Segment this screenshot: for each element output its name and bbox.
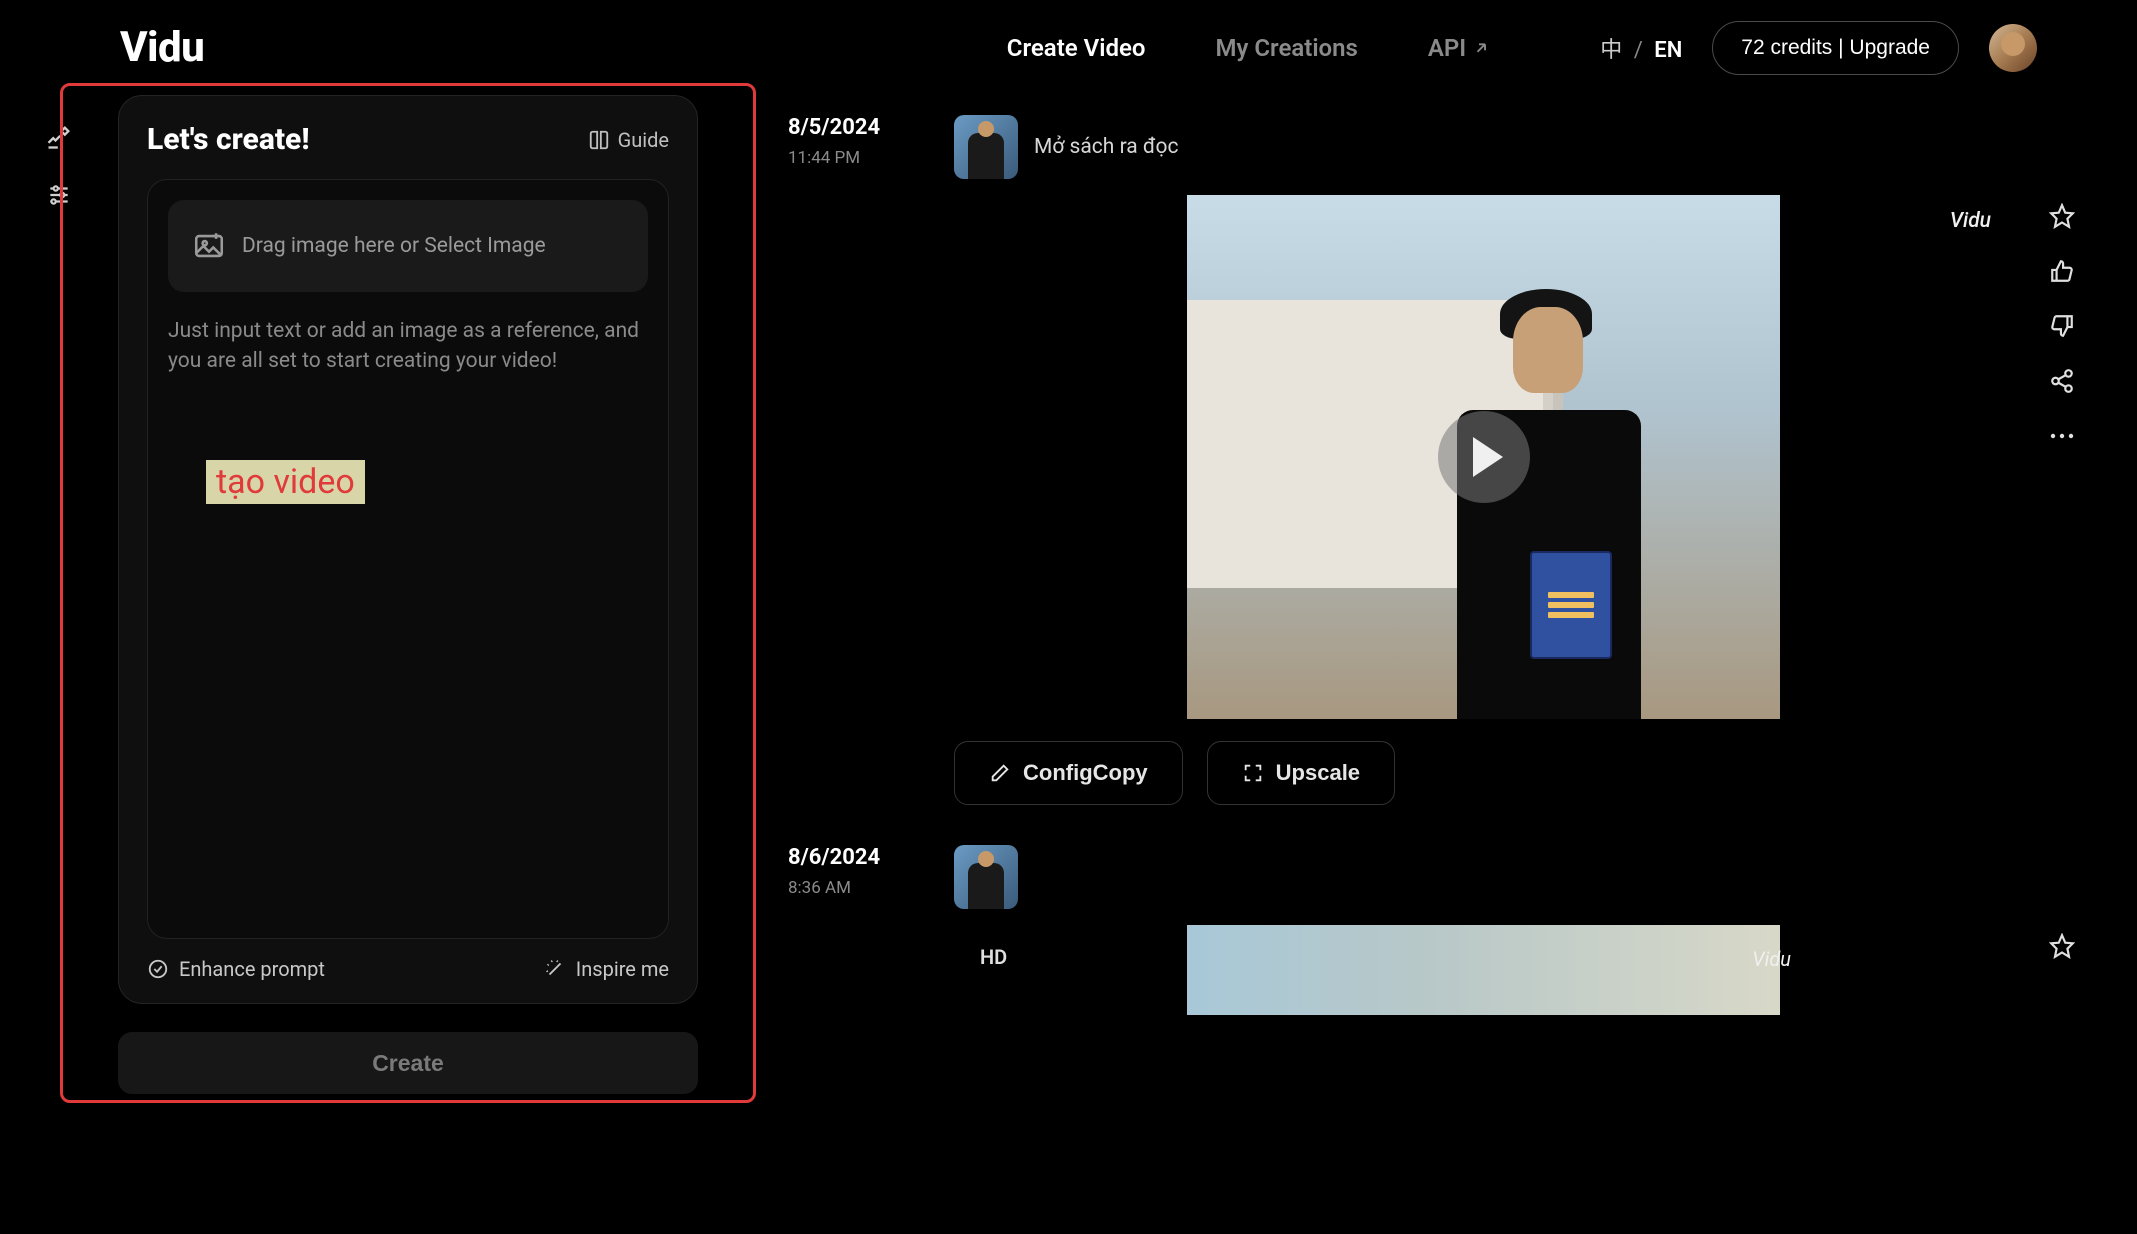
upscale-label: Upscale <box>1276 760 1360 786</box>
image-upload-icon <box>192 229 226 263</box>
check-circle-icon <box>147 958 169 980</box>
create-panel-title: Let's create! <box>147 122 310 157</box>
expand-icon <box>1242 762 1264 784</box>
feed-entry: 8/6/2024 8:36 AM HD Vidu <box>788 845 2087 1015</box>
guide-label: Guide <box>618 128 669 152</box>
language-toggle[interactable]: 中 / EN <box>1600 32 1682 64</box>
entry-date: 8/6/2024 <box>788 845 918 870</box>
config-copy-label: ConfigCopy <box>1023 760 1148 786</box>
entry-time: 8:36 AM <box>788 878 918 898</box>
entry-meta: 8/6/2024 8:36 AM <box>788 845 918 1015</box>
inspire-me-button[interactable]: Inspire me <box>544 957 669 981</box>
entry-meta: 8/5/2024 11:44 PM <box>788 115 918 805</box>
video-watermark: Vidu <box>1950 209 1991 233</box>
left-rail <box>30 95 88 1094</box>
video-watermark: Vidu <box>1752 947 1791 971</box>
video-preview[interactable]: HD Vidu <box>954 925 2013 1015</box>
wand-icon <box>544 958 566 980</box>
video-row: Vidu <box>954 195 2087 719</box>
create-panel: Let's create! Guide Drag image here or S… <box>118 95 698 1004</box>
thumbs-down-icon[interactable] <box>2047 311 2077 341</box>
entry-caption: Mở sách ra đọc <box>1034 135 1178 159</box>
lang-en: EN <box>1654 38 1682 63</box>
share-icon[interactable] <box>2047 366 2077 396</box>
entry-thumbnail[interactable] <box>954 115 1018 179</box>
entry-body: HD Vidu <box>954 845 2087 1015</box>
entry-date: 8/5/2024 <box>788 115 918 140</box>
lang-separator: / <box>1634 38 1643 63</box>
star-icon[interactable] <box>2047 931 2077 961</box>
upscale-button[interactable]: Upscale <box>1207 741 1395 805</box>
inspire-label: Inspire me <box>576 957 669 981</box>
edit-icon <box>989 762 1011 784</box>
creations-feed: 8/5/2024 11:44 PM Mở sách ra đọc <box>788 95 2107 1094</box>
sliders-icon[interactable] <box>39 175 79 215</box>
video-actions <box>2037 925 2087 1015</box>
video-footer-buttons: ConfigCopy Upscale <box>954 741 2087 805</box>
video-preview[interactable]: Vidu <box>954 195 2013 719</box>
more-icon[interactable] <box>2047 421 2077 451</box>
user-avatar[interactable] <box>1989 24 2037 72</box>
top-nav: Create Video My Creations API <box>1007 34 1490 62</box>
config-copy-button[interactable]: ConfigCopy <box>954 741 1183 805</box>
credits-upgrade-button[interactable]: 72 credits | Upgrade <box>1712 21 1959 75</box>
nav-api-label: API <box>1428 34 1466 62</box>
header-right: 中 / EN 72 credits | Upgrade <box>1600 21 2037 75</box>
play-button[interactable] <box>1438 411 1530 503</box>
thumbs-up-icon[interactable] <box>2047 256 2077 286</box>
nav-api[interactable]: API <box>1428 34 1490 62</box>
dropzone-label: Drag image here or Select Image <box>242 234 546 258</box>
annotation-label: tạo video <box>206 460 365 504</box>
entry-header <box>954 845 2087 909</box>
enhance-prompt-toggle[interactable]: Enhance prompt <box>147 957 325 981</box>
video-actions <box>2037 195 2087 719</box>
create-panel-footer: Enhance prompt Inspire me <box>147 957 669 981</box>
feed-entry: 8/5/2024 11:44 PM Mở sách ra đọc <box>788 115 2087 805</box>
guide-link[interactable]: Guide <box>588 128 669 152</box>
external-link-icon <box>1472 39 1490 57</box>
create-panel-header: Let's create! Guide <box>147 122 669 157</box>
app-header: Vidu Create Video My Creations API 中 / E… <box>0 0 2137 95</box>
lang-cn: 中 <box>1600 38 1622 63</box>
prompt-textarea[interactable]: Just input text or add an image as a ref… <box>168 316 648 377</box>
play-icon <box>1473 437 1503 477</box>
nav-my-creations[interactable]: My Creations <box>1215 34 1357 62</box>
logo[interactable]: Vidu <box>120 23 204 72</box>
enhance-label: Enhance prompt <box>179 957 325 981</box>
create-button[interactable]: Create <box>118 1032 698 1094</box>
entry-header: Mở sách ra đọc <box>954 115 2087 179</box>
create-column: Let's create! Guide Drag image here or S… <box>118 95 758 1094</box>
book-icon <box>588 129 610 151</box>
prompt-card: Drag image here or Select Image Just inp… <box>147 179 669 939</box>
entry-thumbnail[interactable] <box>954 845 1018 909</box>
pen-tool-icon[interactable] <box>39 117 79 157</box>
entry-body: Mở sách ra đọc Vidu <box>954 115 2087 805</box>
nav-create-video[interactable]: Create Video <box>1007 34 1146 62</box>
main-area: Let's create! Guide Drag image here or S… <box>0 95 2137 1094</box>
entry-time: 11:44 PM <box>788 148 918 168</box>
video-row: HD Vidu <box>954 925 2087 1015</box>
image-dropzone[interactable]: Drag image here or Select Image <box>168 200 648 292</box>
star-icon[interactable] <box>2047 201 2077 231</box>
hd-badge: HD <box>980 945 1007 969</box>
